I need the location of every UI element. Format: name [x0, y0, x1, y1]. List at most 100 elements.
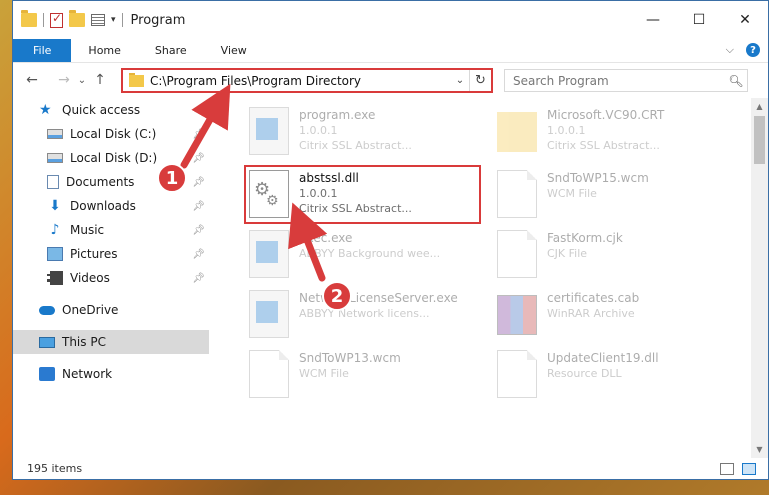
ribbon-tabs: File Home Share View ⌵ ? — [13, 39, 768, 63]
file-version: 1.0.0.1 — [547, 124, 586, 137]
scroll-down-icon[interactable]: ▼ — [751, 441, 768, 458]
minimize-button[interactable]: — — [630, 1, 676, 39]
exe-icon — [249, 107, 289, 155]
sidebar-item-this-pc[interactable]: This PC — [13, 330, 209, 354]
search-box[interactable]: Search Program 🔍︎ — [504, 69, 748, 92]
sidebar-item-pictures[interactable]: Pictures 📌︎ — [13, 242, 209, 266]
drive-icon — [47, 153, 63, 163]
tab-home[interactable]: Home — [71, 39, 137, 62]
file-description: Citrix SSL Abstract... — [547, 139, 660, 152]
sidebar-item-label: Videos — [70, 271, 110, 285]
file-list: program.exe 1.0.0.1 Citrix SSL Abstract.… — [221, 98, 749, 448]
divider — [43, 13, 44, 27]
window-controls: — ☐ ✕ — [630, 1, 768, 39]
file-item-networklicenseserver-exe[interactable]: NetworkLicenseServer.exe ABBYY Network l… — [245, 287, 485, 343]
up-button[interactable]: ↑ — [89, 72, 111, 88]
pin-icon: 📌︎ — [192, 152, 205, 164]
folder-icon — [129, 72, 144, 87]
file-icon — [249, 350, 289, 398]
search-icon[interactable]: 🔍︎ — [725, 74, 747, 88]
sidebar-item-label: Documents — [66, 175, 135, 189]
sidebar-item-local-disk-c[interactable]: Local Disk (C:) 📌︎ — [13, 122, 209, 146]
file-item-updateclient19-dll[interactable]: UpdateClient19.dll Resource DLL — [493, 347, 733, 403]
documents-icon — [47, 175, 59, 189]
explorer-window: ▾ Program — ☐ ✕ File Home Share View ⌵ ?… — [12, 0, 769, 480]
forward-button[interactable]: → — [53, 72, 75, 88]
onedrive-cloud-icon — [39, 305, 55, 315]
refresh-button[interactable]: ↻ — [469, 70, 491, 91]
sidebar-item-music[interactable]: ♪ Music 📌︎ — [13, 218, 209, 242]
maximize-button[interactable]: ☐ — [676, 1, 722, 39]
search-input[interactable]: Search Program — [513, 74, 725, 88]
file-name: Microsoft.VC90.CRT — [547, 108, 665, 122]
file-type: WCM File — [547, 187, 597, 200]
new-folder-icon[interactable] — [69, 10, 85, 27]
tab-file[interactable]: File — [13, 39, 72, 62]
scroll-thumb[interactable] — [754, 116, 765, 164]
back-button[interactable]: ← — [21, 72, 43, 88]
pin-icon: 📌︎ — [192, 224, 205, 236]
expand-ribbon-icon[interactable]: ⌵ — [726, 43, 734, 57]
sidebar-item-label: Pictures — [70, 247, 118, 261]
recent-locations-button[interactable]: ⌄ — [75, 75, 89, 86]
downloads-icon: ⬇ — [49, 198, 61, 214]
item-count: 195 items — [27, 461, 83, 475]
file-name: program.exe — [299, 108, 376, 122]
navigation-pane: ★ Quick access Local Disk (C:) 📌︎ Local … — [13, 98, 209, 448]
file-version: 1.0.0.1 — [299, 124, 338, 137]
file-name: SndToWP13.wcm — [299, 351, 401, 365]
pin-icon: 📌︎ — [192, 272, 205, 284]
sidebar-item-downloads[interactable]: ⬇ Downloads 📌︎ — [13, 194, 209, 218]
sidebar-item-network[interactable]: Network — [13, 362, 209, 386]
quick-access-toolbar: ▾ — [13, 10, 123, 28]
file-type: WCM File — [299, 367, 349, 380]
exe-icon — [249, 290, 289, 338]
help-icon[interactable]: ? — [746, 43, 760, 57]
file-type: Resource DLL — [547, 367, 622, 380]
address-path[interactable]: C:\Program Files\Program Directory — [150, 74, 451, 88]
pin-icon: 📌︎ — [192, 176, 205, 188]
file-item-certificates-cab[interactable]: certificates.cab WinRAR Archive — [493, 287, 733, 343]
sidebar-item-quick-access[interactable]: ★ Quick access — [13, 98, 209, 122]
file-item-microsoft-vc90-crt[interactable]: Microsoft.VC90.CRT 1.0.0.1 Citrix SSL Ab… — [493, 104, 733, 160]
file-name: certificates.cab — [547, 291, 640, 305]
file-item-program-exe[interactable]: program.exe 1.0.0.1 Citrix SSL Abstract.… — [245, 104, 485, 160]
tab-view[interactable]: View — [204, 39, 264, 62]
folder-icon — [497, 112, 537, 152]
navigation-bar: ← → ⌄ ↑ C:\Program Files\Program Directo… — [13, 63, 768, 97]
file-name: Exec.exe — [299, 231, 353, 245]
vertical-scrollbar[interactable]: ▲ ▼ — [751, 98, 768, 458]
sidebar-item-videos[interactable]: Videos 📌︎ — [13, 266, 209, 290]
file-name: FastKorm.cjk — [547, 231, 623, 245]
file-type: CJK File — [547, 247, 588, 260]
scroll-up-icon[interactable]: ▲ — [751, 98, 768, 115]
file-item-sndtowp15-wcm[interactable]: SndToWP15.wcm WCM File — [493, 167, 733, 223]
computer-icon — [39, 336, 55, 348]
folder-icon[interactable] — [21, 10, 37, 27]
star-icon: ★ — [39, 102, 52, 118]
file-item-exec-exe[interactable]: Exec.exe ABBYY Background wee... — [245, 227, 485, 283]
customize-qat-icon[interactable]: ▾ — [111, 15, 116, 25]
properties-check-icon[interactable] — [50, 11, 63, 28]
step-1-badge: 1 — [157, 163, 187, 193]
details-view-icon[interactable] — [720, 463, 734, 475]
address-bar[interactable]: C:\Program Files\Program Directory ⌄ ↻ — [121, 68, 493, 93]
drive-icon — [47, 129, 63, 139]
file-description: ABBYY Network licens... — [299, 307, 430, 320]
address-dropdown-icon[interactable]: ⌄ — [451, 75, 469, 86]
sidebar-item-label: Network — [62, 367, 113, 381]
ribbon-right: ⌵ ? — [726, 43, 760, 57]
videos-icon — [47, 271, 63, 285]
file-item-fastkorm-cjk[interactable]: FastKorm.cjk CJK File — [493, 227, 733, 283]
tab-share[interactable]: Share — [138, 39, 204, 62]
close-button[interactable]: ✕ — [722, 1, 768, 39]
file-description: Citrix SSL Abstract... — [299, 139, 412, 152]
sidebar-item-onedrive[interactable]: OneDrive — [13, 298, 209, 322]
large-icons-view-icon[interactable] — [742, 463, 756, 475]
properties-icon[interactable] — [91, 14, 105, 26]
file-name: UpdateClient19.dll — [547, 351, 659, 365]
file-item-sndtowp13-wcm[interactable]: SndToWP13.wcm WCM File — [245, 347, 485, 403]
